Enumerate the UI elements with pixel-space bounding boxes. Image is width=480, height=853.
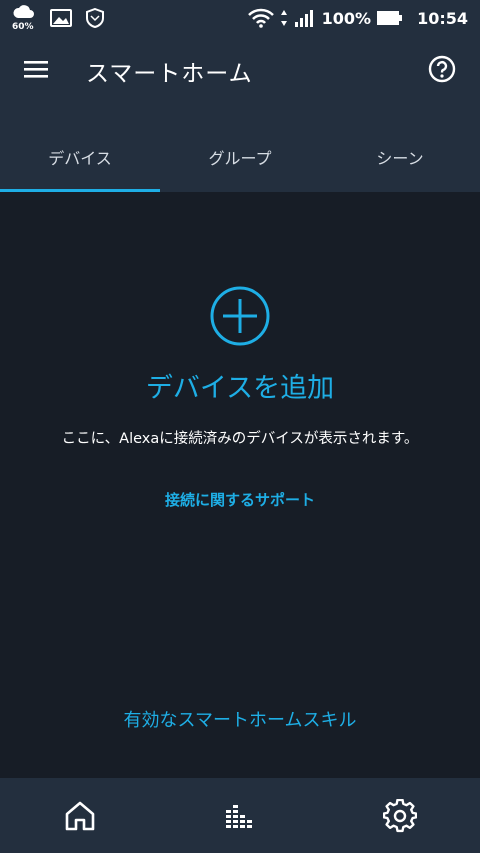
- tab-groups[interactable]: グループ: [160, 122, 320, 192]
- tab-bar: デバイス グループ シーン: [0, 122, 480, 192]
- battery-percent: 100%: [321, 8, 372, 28]
- tab-label: シーン: [376, 149, 424, 168]
- plus-circle-icon: [210, 286, 270, 346]
- add-device-button[interactable]: [209, 285, 271, 347]
- connection-support-link[interactable]: 接続に関するサポート: [0, 489, 480, 510]
- gear-icon: [383, 798, 417, 832]
- page-title: スマートホーム: [86, 61, 253, 87]
- nav-settings-button[interactable]: [360, 786, 440, 846]
- hamburger-icon: [24, 61, 48, 78]
- bottom-nav: [0, 778, 480, 853]
- status-right-group: 100% 10:54: [247, 8, 468, 28]
- tab-label: グループ: [208, 149, 272, 168]
- tab-devices[interactable]: デバイス: [0, 122, 160, 192]
- home-icon: [65, 801, 95, 830]
- battery-icon: [377, 11, 403, 25]
- menu-button[interactable]: [20, 54, 54, 84]
- weather-indicator: 60%: [12, 4, 36, 32]
- shield-icon: [86, 8, 104, 28]
- status-left-group: 60%: [12, 4, 104, 32]
- clock: 10:54: [417, 8, 468, 28]
- signal-icon: [294, 10, 313, 27]
- help-button[interactable]: [428, 55, 456, 83]
- wifi-icon: [247, 8, 274, 28]
- status-bar: 60% 100% 10:54: [0, 0, 480, 36]
- tab-scenes[interactable]: シーン: [320, 122, 480, 192]
- help-icon: [428, 55, 456, 83]
- cloud-icon: [13, 5, 34, 18]
- nav-home-button[interactable]: [40, 786, 120, 846]
- weather-percent: 60%: [12, 22, 34, 32]
- add-device-title[interactable]: デバイスを追加: [0, 366, 480, 405]
- equalizer-icon: [226, 804, 252, 828]
- empty-state-description: ここに、Alexaに接続済みのデバイスが表示されます。: [61, 431, 419, 447]
- nav-activity-button[interactable]: [200, 786, 280, 846]
- image-icon: [50, 9, 72, 27]
- data-arrows-icon: [280, 10, 287, 26]
- main-content: デバイスを追加 ここに、Alexaに接続済みのデバイスが表示されます。 接続に関…: [0, 192, 480, 778]
- tab-label: デバイス: [48, 149, 112, 168]
- smart-home-skills-link[interactable]: 有効なスマートホームスキル: [0, 706, 480, 732]
- app-bar: スマートホーム: [0, 36, 480, 122]
